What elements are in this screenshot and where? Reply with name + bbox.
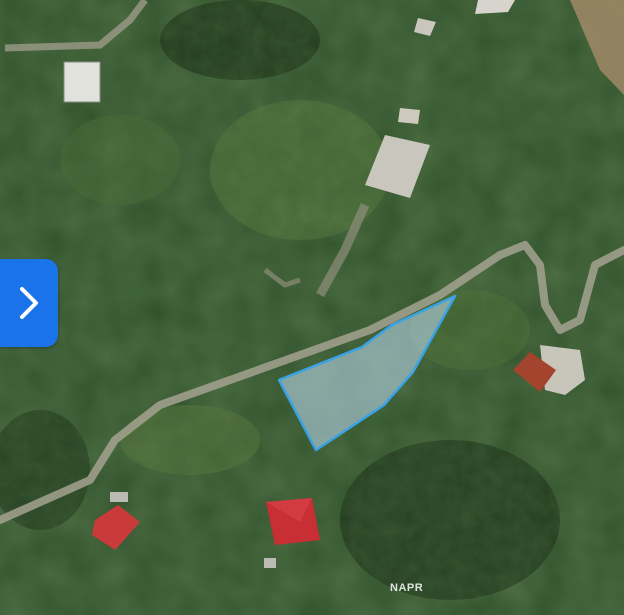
- satellite-map[interactable]: NAPR: [0, 0, 624, 615]
- watermark-text: NAPR: [390, 582, 424, 594]
- next-button[interactable]: [0, 259, 58, 347]
- satellite-imagery: [0, 0, 624, 615]
- chevron-right-icon: [20, 287, 38, 319]
